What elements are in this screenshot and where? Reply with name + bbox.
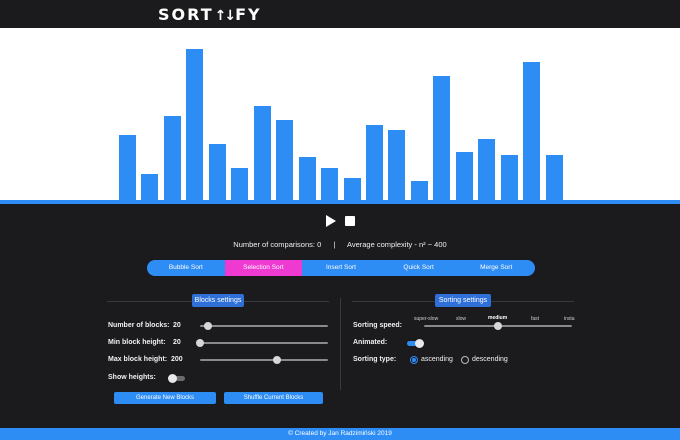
stats-separator: | — [333, 240, 336, 249]
footer: © Created by Jan Radzimiński 2019 — [0, 428, 680, 440]
complexity-label: Average complexity - — [346, 240, 417, 249]
sorting-settings-title[interactable]: Sorting settings — [435, 294, 491, 307]
algo-merge-sort[interactable]: Merge Sort — [457, 260, 535, 276]
sorting-type-label: Sorting type: — [353, 356, 397, 363]
stop-icon[interactable] — [345, 216, 355, 226]
algorithm-selector: Bubble Sort Selection Sort Insert Sort Q… — [147, 260, 535, 276]
logo-text-left: SORT — [158, 5, 214, 24]
sort-block — [478, 139, 495, 200]
max-block-height-value: 200 — [171, 356, 183, 363]
sort-block — [299, 157, 316, 200]
max-block-height-slider[interactable] — [273, 356, 281, 364]
max-block-height-track[interactable] — [200, 359, 328, 361]
sort-block — [321, 168, 338, 200]
bars-container — [0, 28, 680, 200]
toggle-knob — [168, 374, 177, 383]
sort-block — [433, 76, 450, 200]
show-heights-label: Show heights: — [108, 374, 156, 381]
number-of-blocks-label: Number of blocks: — [108, 322, 170, 329]
app-logo[interactable]: SORT↑↓FY — [158, 5, 262, 24]
play-icon[interactable] — [326, 215, 336, 227]
shuffle-current-blocks-button[interactable]: Shuffle Current Blocks — [224, 392, 323, 404]
min-block-height-value: 20 — [173, 339, 181, 346]
min-block-height-slider[interactable] — [196, 339, 204, 347]
number-of-blocks-value: 20 — [173, 322, 181, 329]
blocks-settings-title[interactable]: Blocks settings — [192, 294, 244, 307]
descending-label: descending — [472, 356, 508, 363]
speed-tick-slow: slow — [456, 316, 467, 322]
sort-block — [523, 62, 540, 200]
sorting-speed-label: Sorting speed: — [353, 322, 403, 329]
sorting-speed-slider[interactable] — [494, 322, 502, 330]
sort-block — [186, 49, 203, 200]
show-heights-toggle[interactable] — [168, 374, 185, 383]
toggle-knob — [415, 339, 424, 348]
speed-tick-super-slow: super-slow — [414, 316, 439, 322]
min-block-height-label: Min block height: — [108, 339, 166, 346]
speed-tick-fast: fast — [531, 316, 540, 322]
min-block-height-track[interactable] — [200, 342, 328, 344]
comparisons-label: Number of comparisons: — [233, 240, 315, 249]
sort-block — [141, 174, 158, 200]
sort-block — [344, 178, 361, 200]
sort-block — [209, 144, 226, 200]
generate-new-blocks-button[interactable]: Generate New Blocks — [114, 392, 216, 404]
algo-selection-sort[interactable]: Selection Sort — [224, 260, 303, 276]
top-bar: SORT↑↓FY — [0, 0, 680, 28]
comparisons-value: 0 — [317, 240, 322, 249]
complexity-value: n² ~ 400 — [418, 240, 447, 249]
speed-tick-insta: insta — [564, 316, 575, 322]
max-block-height-label: Max block height: — [108, 356, 168, 363]
algo-bubble-sort[interactable]: Bubble Sort — [147, 260, 225, 276]
playback-controls — [0, 215, 680, 229]
sort-block — [388, 130, 405, 200]
sort-block — [366, 125, 383, 200]
sort-block — [501, 155, 518, 200]
ascending-label: ascending — [421, 356, 453, 363]
sort-block — [231, 168, 248, 200]
ascending-radio[interactable] — [410, 356, 418, 364]
sort-block — [254, 106, 271, 200]
sort-block — [276, 120, 293, 200]
animated-label: Animated: — [353, 339, 388, 346]
algo-insert-sort[interactable]: Insert Sort — [302, 260, 380, 276]
speed-tick-medium: medium — [488, 315, 508, 321]
algo-quick-sort[interactable]: Quick Sort — [380, 260, 458, 276]
logo-text-right: FY — [235, 5, 262, 24]
sort-block — [411, 181, 428, 200]
stats-line: Number of comparisons: 0 | Average compl… — [0, 240, 680, 249]
sort-arrows-icon: ↑↓ — [214, 8, 237, 24]
number-of-blocks-track[interactable] — [200, 325, 328, 327]
descending-radio[interactable] — [461, 356, 469, 364]
sort-block — [456, 152, 473, 200]
sort-block — [164, 116, 181, 200]
sort-block — [119, 135, 136, 200]
sort-block — [546, 155, 563, 200]
number-of-blocks-slider[interactable] — [204, 322, 212, 330]
stage-baseline — [0, 200, 680, 204]
animated-toggle[interactable] — [407, 339, 424, 348]
panel-vertical-divider — [340, 298, 341, 390]
